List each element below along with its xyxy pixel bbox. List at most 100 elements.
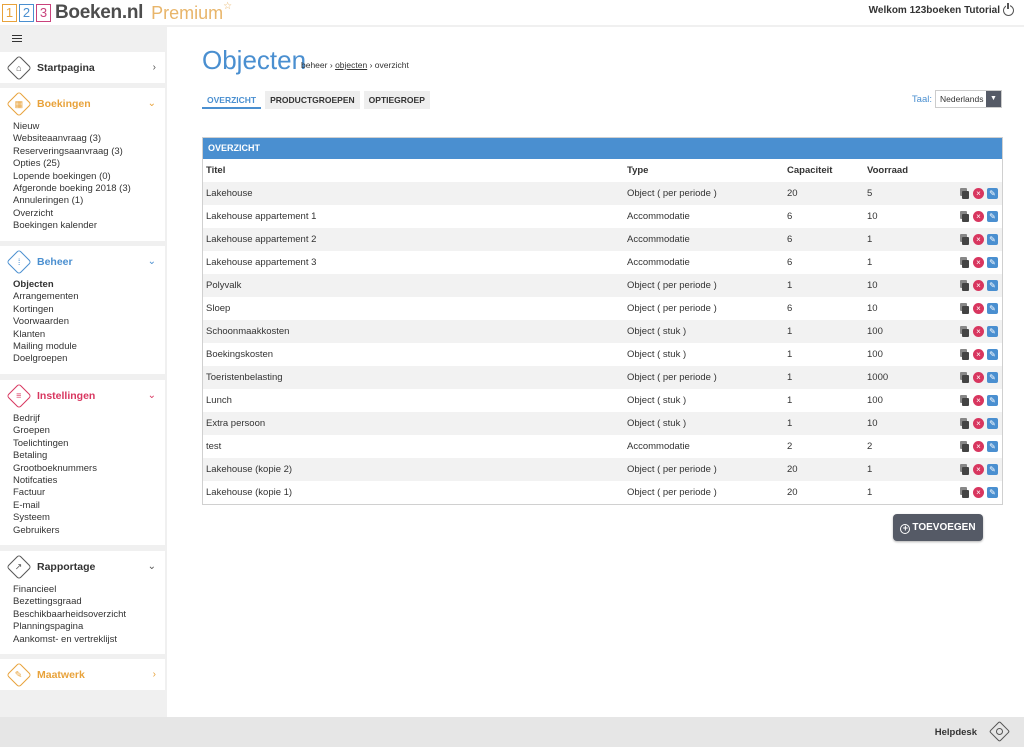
lifebuoy-icon[interactable] xyxy=(988,720,1011,743)
panel-header-rapportage[interactable]: ↗ Rapportage ⌄ xyxy=(0,551,165,582)
delete-icon[interactable]: × xyxy=(973,417,984,429)
sidebar-item-reserveringsaanvraag[interactable]: Reserveringsaanvraag (3) xyxy=(13,146,165,158)
delete-icon[interactable]: × xyxy=(973,325,984,337)
copy-icon[interactable] xyxy=(959,348,970,360)
edit-icon[interactable]: ✎ xyxy=(987,302,998,314)
column-header-titel[interactable]: Titel xyxy=(203,159,624,182)
sidebar-item-planningspagina[interactable]: Planningspagina xyxy=(13,621,165,633)
sidebar-item-notifcaties[interactable]: Notifcaties xyxy=(13,475,165,487)
edit-icon[interactable]: ✎ xyxy=(987,279,998,291)
copy-icon[interactable] xyxy=(959,440,970,452)
tab-productgroepen[interactable]: PRODUCTGROEPEN xyxy=(265,91,360,109)
panel-header-boekingen[interactable]: ▦ Boekingen ⌄ xyxy=(0,88,165,119)
edit-icon[interactable]: ✎ xyxy=(987,187,998,199)
copy-icon[interactable] xyxy=(959,394,970,406)
delete-icon[interactable]: × xyxy=(973,302,984,314)
copy-icon[interactable] xyxy=(959,486,970,498)
sidebar-item-mailing-module[interactable]: Mailing module xyxy=(13,341,165,353)
delete-icon[interactable]: × xyxy=(973,440,984,452)
sidebar-item-grootboeknummers[interactable]: Grootboeknummers xyxy=(13,463,165,475)
copy-icon[interactable] xyxy=(959,463,970,475)
sidebar-item-factuur[interactable]: Factuur xyxy=(13,487,165,499)
tab-optiegroep[interactable]: OPTIEGROEP xyxy=(363,91,430,109)
sidebar-item-gebruikers[interactable]: Gebruikers xyxy=(13,525,165,537)
edit-icon[interactable]: ✎ xyxy=(987,417,998,429)
sidebar-item-groepen[interactable]: Groepen xyxy=(13,425,165,437)
column-header-voorraad[interactable]: Voorraad xyxy=(864,159,952,182)
edit-icon[interactable]: ✎ xyxy=(987,210,998,222)
breadcrumb-beheer[interactable]: beheer xyxy=(301,60,327,70)
objects-table-panel: OVERZICHT Titel Type Capaciteit Voorraad… xyxy=(202,137,1003,505)
sidebar-item-financieel[interactable]: Financieel xyxy=(13,584,165,596)
sidebar-item-boekingen-kalender[interactable]: Boekingen kalender xyxy=(13,220,165,232)
sidebar-item-annuleringen[interactable]: Annuleringen (1) xyxy=(13,195,165,207)
sidebar-item-nieuw[interactable]: Nieuw xyxy=(13,121,165,133)
sidebar-item-toelichtingen[interactable]: Toelichtingen xyxy=(13,438,165,450)
sidebar: ⌂ Startpagina › ▦ Boekingen ⌄ Nieuw Webs… xyxy=(0,27,165,717)
edit-icon[interactable]: ✎ xyxy=(987,233,998,245)
column-header-capaciteit[interactable]: Capaciteit xyxy=(784,159,864,182)
copy-icon[interactable] xyxy=(959,210,970,222)
sidebar-item-voorwaarden[interactable]: Voorwaarden xyxy=(13,316,165,328)
sidebar-item-bezettingsgraad[interactable]: Bezettingsgraad xyxy=(13,596,165,608)
edit-icon[interactable]: ✎ xyxy=(987,440,998,452)
sidebar-item-arrangementen[interactable]: Arrangementen xyxy=(13,291,165,303)
main-content: Objecten beheer › objecten › overzicht O… xyxy=(167,27,1024,717)
copy-icon[interactable] xyxy=(959,325,970,337)
sidebar-item-doelgroepen[interactable]: Doelgroepen xyxy=(13,353,165,365)
panel-header-beheer[interactable]: ⁞ Beheer ⌄ xyxy=(0,246,165,277)
sidebar-item-klanten[interactable]: Klanten xyxy=(13,329,165,341)
power-icon[interactable] xyxy=(1003,3,1014,16)
edit-icon[interactable]: ✎ xyxy=(987,463,998,475)
add-button[interactable]: + TOEVOEGEN xyxy=(893,514,983,541)
tab-overzicht[interactable]: OVERZICHT xyxy=(202,91,262,109)
sidebar-item-beschikbaarheidsoverzicht[interactable]: Beschikbaarheidsoverzicht xyxy=(13,609,165,621)
sidebar-panel-startpagina[interactable]: ⌂ Startpagina › xyxy=(0,52,165,83)
edit-icon[interactable]: ✎ xyxy=(987,348,998,360)
sidebar-item-e-mail[interactable]: E-mail xyxy=(13,500,165,512)
sidebar-item-lopende-boekingen[interactable]: Lopende boekingen (0) xyxy=(13,171,165,183)
sidebar-item-betaling[interactable]: Betaling xyxy=(13,450,165,462)
copy-icon[interactable] xyxy=(959,371,970,383)
delete-icon[interactable]: × xyxy=(973,233,984,245)
edit-icon[interactable]: ✎ xyxy=(987,371,998,383)
copy-icon[interactable] xyxy=(959,302,970,314)
delete-icon[interactable]: × xyxy=(973,279,984,291)
sidebar-item-bedrijf[interactable]: Bedrijf xyxy=(13,413,165,425)
edit-icon[interactable]: ✎ xyxy=(987,256,998,268)
copy-icon[interactable] xyxy=(959,187,970,199)
sidebar-item-afgeronde-boeking[interactable]: Afgeronde boeking 2018 (3) xyxy=(13,183,165,195)
logo[interactable]: 1 2 3 Boeken.nl Premium ☆ xyxy=(2,1,232,24)
sidebar-panel-maatwerk[interactable]: ✎ Maatwerk › xyxy=(0,659,165,690)
sidebar-item-overzicht[interactable]: Overzicht xyxy=(13,208,165,220)
breadcrumb-objecten[interactable]: objecten xyxy=(335,60,367,70)
panel-header-instellingen[interactable]: ≡ Instellingen ⌄ xyxy=(0,380,165,411)
edit-icon[interactable]: ✎ xyxy=(987,486,998,498)
copy-icon[interactable] xyxy=(959,417,970,429)
copy-icon[interactable] xyxy=(959,279,970,291)
delete-icon[interactable]: × xyxy=(973,348,984,360)
helpdesk-link[interactable]: Helpdesk xyxy=(935,727,977,738)
cell-voorraad: 10 xyxy=(864,274,952,297)
sidebar-item-opties[interactable]: Opties (25) xyxy=(13,158,165,170)
edit-icon[interactable]: ✎ xyxy=(987,325,998,337)
sidebar-item-systeem[interactable]: Systeem xyxy=(13,512,165,524)
delete-icon[interactable]: × xyxy=(973,371,984,383)
sidebar-item-aankomst-vertreklijst[interactable]: Aankomst- en vertreklijst xyxy=(13,634,165,646)
sidebar-item-websiteaanvraag[interactable]: Websiteaanvraag (3) xyxy=(13,133,165,145)
delete-icon[interactable]: × xyxy=(973,394,984,406)
delete-icon[interactable]: × xyxy=(973,256,984,268)
delete-icon[interactable]: × xyxy=(973,210,984,222)
collapse-menu-icon[interactable] xyxy=(8,33,22,43)
language-select[interactable]: Nederlands ▼ xyxy=(935,90,1002,108)
copy-icon[interactable] xyxy=(959,233,970,245)
edit-icon[interactable]: ✎ xyxy=(987,394,998,406)
delete-icon[interactable]: × xyxy=(973,486,984,498)
delete-icon[interactable]: × xyxy=(973,187,984,199)
caret-down-icon: ▼ xyxy=(986,91,1001,107)
sidebar-item-kortingen[interactable]: Kortingen xyxy=(13,304,165,316)
column-header-type[interactable]: Type xyxy=(624,159,784,182)
copy-icon[interactable] xyxy=(959,256,970,268)
sidebar-item-objecten[interactable]: Objecten xyxy=(13,279,165,291)
delete-icon[interactable]: × xyxy=(973,463,984,475)
